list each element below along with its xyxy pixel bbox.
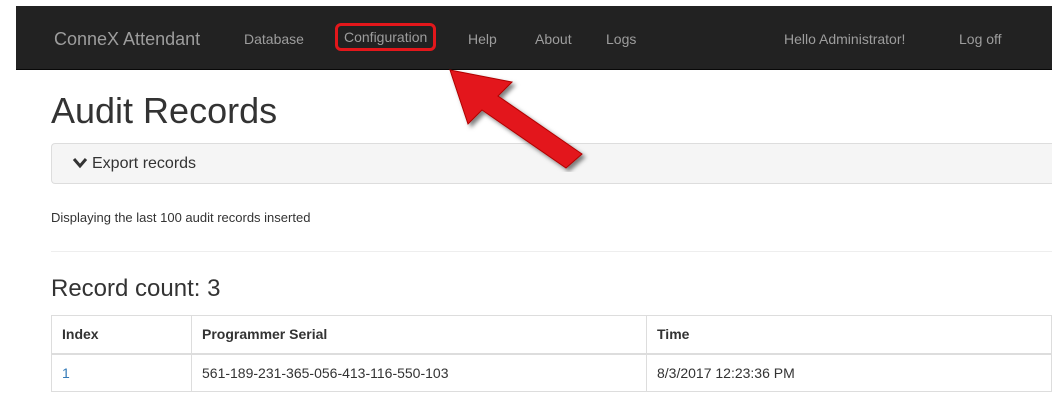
info-text: Displaying the last 100 audit records in… <box>51 210 311 225</box>
index-link[interactable]: 1 <box>62 365 70 381</box>
header-time: Time <box>646 315 1052 355</box>
red-arrow-annotation <box>449 69 583 169</box>
nav-configuration[interactable]: Configuration <box>335 23 437 51</box>
brand-link[interactable]: ConneX Attendant <box>54 29 200 50</box>
chevron-down-icon <box>72 158 88 169</box>
page-title: Audit Records <box>51 90 278 131</box>
cell-index: 1 <box>51 353 192 392</box>
greeting-link[interactable]: Hello Administrator! <box>784 31 905 47</box>
table-row: 1 561-189-231-365-056-413-116-550-103 8/… <box>51 353 1052 392</box>
header-serial: Programmer Serial <box>191 315 647 355</box>
cell-time: 8/3/2017 12:23:36 PM <box>646 353 1052 392</box>
records-table: Index Programmer Serial Time 1 561-189-2… <box>51 315 1052 392</box>
cell-serial: 561-189-231-365-056-413-116-550-103 <box>191 353 647 392</box>
divider <box>51 251 1052 252</box>
export-records-label: Export records <box>92 155 197 172</box>
top-navbar: ConneX Attendant Database Configuration … <box>16 6 1052 70</box>
nav-database[interactable]: Database <box>244 31 304 47</box>
table-header-row: Index Programmer Serial Time <box>51 315 1052 355</box>
nav-help[interactable]: Help <box>468 31 497 47</box>
nav-logs[interactable]: Logs <box>606 31 636 47</box>
logoff-link[interactable]: Log off <box>959 31 1002 47</box>
nav-about[interactable]: About <box>535 31 572 47</box>
header-index: Index <box>51 315 192 355</box>
record-count: Record count: 3 <box>51 275 221 302</box>
